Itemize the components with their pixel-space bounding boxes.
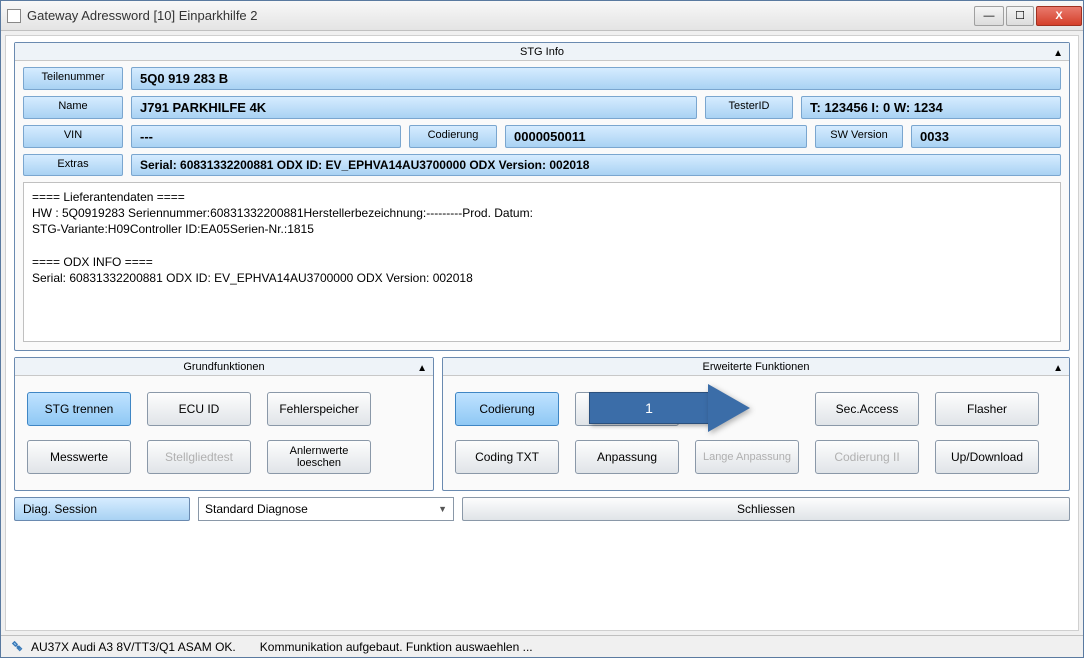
maximize-button[interactable]: ☐ bbox=[1006, 6, 1034, 26]
updownload-button[interactable]: Up/Download bbox=[935, 440, 1039, 474]
statusbar: AU37X Audi A3 8V/TT3/Q1 ASAM OK. Kommuni… bbox=[1, 635, 1083, 657]
window-icon bbox=[7, 9, 21, 23]
plug-icon bbox=[11, 640, 25, 654]
erweiterte-funktionen-panel: Erweiterte Funktionen ▲ Codierung Grund … bbox=[442, 357, 1070, 491]
testerid-label: TesterID bbox=[705, 96, 793, 119]
swversion-value: 0033 bbox=[911, 125, 1061, 148]
stellgliedtest-button: Stellgliedtest bbox=[147, 440, 251, 474]
sec-access-button[interactable]: Sec.Access bbox=[815, 392, 919, 426]
grundfunktionen-panel: Grundfunktionen ▲ STG trennen ECU ID Feh… bbox=[14, 357, 434, 491]
bottom-bar: Diag. Session Standard Diagnose ▼ Schlie… bbox=[14, 497, 1070, 521]
anlernwerte-loeschen-button[interactable]: Anlernwerte loeschen bbox=[267, 440, 371, 474]
vin-label: VIN bbox=[23, 125, 123, 148]
window-title: Gateway Adressword [10] Einparkhilfe 2 bbox=[27, 8, 973, 23]
extras-value: Serial: 60831332200881 ODX ID: EV_EPHVA1… bbox=[131, 154, 1061, 176]
close-window-button[interactable]: X bbox=[1036, 6, 1082, 26]
name-label: Name bbox=[23, 96, 123, 119]
teilenummer-value: 5Q0 919 283 B bbox=[131, 67, 1061, 90]
schliessen-button[interactable]: Schliessen bbox=[462, 497, 1070, 521]
fehlerspeicher-button[interactable]: Fehlerspeicher bbox=[267, 392, 371, 426]
diag-session-value: Standard Diagnose bbox=[205, 502, 308, 516]
function-panels: Grundfunktionen ▲ STG trennen ECU ID Feh… bbox=[14, 357, 1070, 491]
status-message-text: Kommunikation aufgebaut. Funktion auswae… bbox=[260, 640, 533, 654]
grund-button[interactable]: Grund bbox=[575, 392, 679, 426]
vin-value: --- bbox=[131, 125, 401, 148]
stg-trennen-button[interactable]: STG trennen bbox=[27, 392, 131, 426]
messwerte-button[interactable]: Messwerte bbox=[27, 440, 131, 474]
status-vehicle: AU37X Audi A3 8V/TT3/Q1 ASAM OK. bbox=[11, 640, 236, 654]
codierung-ii-button: Codierung II bbox=[815, 440, 919, 474]
grundfunktionen-header: Grundfunktionen ▲ bbox=[15, 358, 433, 376]
stg-info-section: STG Info ▲ Teilenummer 5Q0 919 283 B Nam… bbox=[14, 42, 1070, 351]
erweiterte-header-label: Erweiterte Funktionen bbox=[703, 361, 810, 373]
diag-session-label: Diag. Session bbox=[14, 497, 190, 521]
codierung-value: 0000050011 bbox=[505, 125, 807, 148]
grundfunktionen-body: STG trennen ECU ID Fehlerspeicher Messwe… bbox=[15, 376, 433, 490]
status-vehicle-text: AU37X Audi A3 8V/TT3/Q1 ASAM OK. bbox=[31, 640, 236, 654]
ecu-id-button[interactable]: ECU ID bbox=[147, 392, 251, 426]
erweiterte-header: Erweiterte Funktionen ▲ bbox=[443, 358, 1069, 376]
diag-session-select[interactable]: Standard Diagnose ▼ bbox=[198, 497, 454, 521]
details-textbox[interactable]: ==== Lieferantendaten ==== HW : 5Q091928… bbox=[23, 182, 1061, 342]
extras-label: Extras bbox=[23, 154, 123, 176]
stg-info-header-label: STG Info bbox=[520, 46, 564, 58]
anpassung-button[interactable]: Anpassung bbox=[575, 440, 679, 474]
codierung-button[interactable]: Codierung bbox=[455, 392, 559, 426]
client-area: STG Info ▲ Teilenummer 5Q0 919 283 B Nam… bbox=[5, 35, 1079, 631]
window-controls: — ☐ X bbox=[973, 6, 1083, 26]
grundfunktionen-header-label: Grundfunktionen bbox=[183, 361, 264, 373]
erweiterte-body: Codierung Grund Sec.Access Flasher Codin… bbox=[443, 376, 1069, 490]
app-window: Gateway Adressword [10] Einparkhilfe 2 —… bbox=[0, 0, 1084, 658]
name-value: J791 PARKHILFE 4K bbox=[131, 96, 697, 119]
testerid-value: T: 123456 I: 0 W: 1234 bbox=[801, 96, 1061, 119]
stg-info-body: Teilenummer 5Q0 919 283 B Name J791 PARK… bbox=[15, 61, 1069, 350]
lange-anpassung-button: Lange Anpassung bbox=[695, 440, 799, 474]
stg-info-header: STG Info ▲ bbox=[15, 43, 1069, 61]
status-message: Kommunikation aufgebaut. Funktion auswae… bbox=[260, 640, 533, 654]
minimize-button[interactable]: — bbox=[974, 6, 1004, 26]
flasher-button[interactable]: Flasher bbox=[935, 392, 1039, 426]
chevron-down-icon: ▼ bbox=[438, 504, 447, 514]
codierung-label: Codierung bbox=[409, 125, 497, 148]
collapse-icon[interactable]: ▲ bbox=[1053, 45, 1063, 63]
swversion-label: SW Version bbox=[815, 125, 903, 148]
titlebar: Gateway Adressword [10] Einparkhilfe 2 —… bbox=[1, 1, 1083, 31]
teilenummer-label: Teilenummer bbox=[23, 67, 123, 90]
coding-txt-button[interactable]: Coding TXT bbox=[455, 440, 559, 474]
